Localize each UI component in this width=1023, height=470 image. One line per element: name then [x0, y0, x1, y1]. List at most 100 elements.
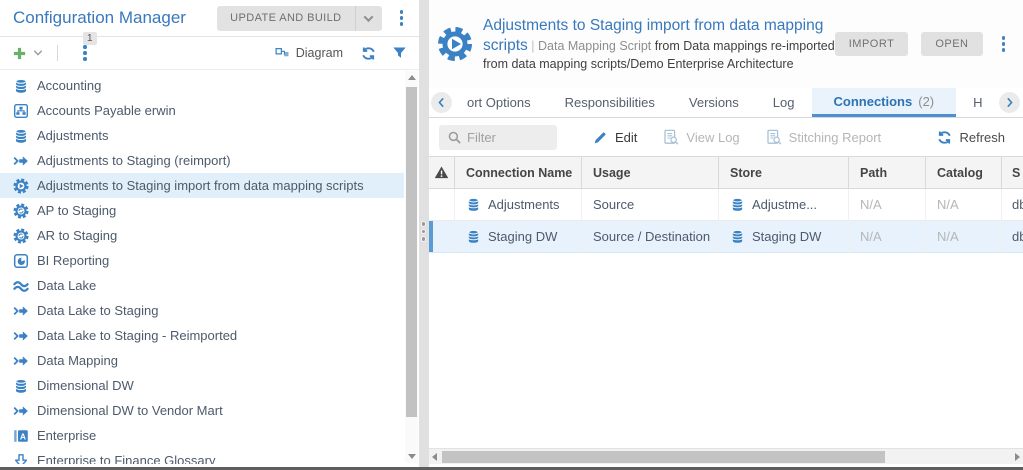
- tabs-scroll-right-button[interactable]: [999, 92, 1020, 113]
- list-item[interactable]: Data Lake to Staging: [0, 298, 404, 323]
- list-item-label: Adjustments: [37, 128, 109, 143]
- view-log-label: View Log: [686, 130, 739, 145]
- object-type-label: Data Mapping Script: [538, 39, 651, 53]
- toolbar-divider: [57, 45, 58, 61]
- table-row[interactable]: Adjustments Source Adjustme... N/A N/A d…: [429, 189, 1023, 221]
- page-title: Configuration Manager: [13, 8, 186, 28]
- table-row-selected[interactable]: Staging DW Source / Destination Staging …: [429, 221, 1023, 253]
- tab-history[interactable]: H: [956, 88, 999, 117]
- diagram-icon[interactable]: [275, 46, 290, 61]
- list-item-label: Enterprise to Finance Glossary: [37, 453, 215, 464]
- app-window: Configuration Manager UPDATE AND BUILD 1…: [0, 0, 1023, 470]
- list-item-label: Adjustments to Staging (reimport): [37, 153, 231, 168]
- left-panel-toolbar: 1 Diagram: [0, 37, 419, 70]
- column-header-schema[interactable]: S: [1002, 156, 1023, 189]
- report-icon: [13, 253, 29, 269]
- list-item[interactable]: Adjustments: [0, 123, 404, 148]
- column-header-connection-name[interactable]: Connection Name: [455, 156, 582, 189]
- configuration-list: Accounting Accounts Payable erwin Adjust…: [0, 70, 404, 464]
- scrollbar-thumb[interactable]: [442, 451, 885, 463]
- cell-store: Staging DW: [752, 229, 821, 244]
- list-item[interactable]: Accounts Payable erwin: [0, 98, 404, 123]
- panel-splitter[interactable]: [419, 0, 429, 467]
- tab-responsibilities[interactable]: Responsibilities: [548, 88, 672, 117]
- list-item-label: Data Lake to Staging: [37, 303, 158, 318]
- warning-column-header[interactable]: [429, 156, 455, 189]
- detail-menu-icon[interactable]: [996, 32, 1012, 56]
- add-icon[interactable]: [12, 46, 27, 61]
- list-item-selected[interactable]: Adjustments to Staging import from data …: [0, 173, 404, 198]
- column-header-usage[interactable]: Usage: [582, 156, 719, 189]
- list-item[interactable]: Dimensional DW to Vendor Mart: [0, 398, 404, 423]
- list-item-label: Dimensional DW: [37, 378, 134, 393]
- update-and-build-button[interactable]: UPDATE AND BUILD: [217, 6, 381, 31]
- detail-tabs: ort Options Responsibilities Versions Lo…: [429, 88, 1023, 118]
- stitching-report-button[interactable]: Stitching Report: [766, 129, 882, 145]
- mapping-arrow-icon: [13, 353, 29, 369]
- diagram-button[interactable]: Diagram: [296, 46, 343, 60]
- column-header-catalog[interactable]: Catalog: [926, 156, 1002, 189]
- horizontal-scrollbar[interactable]: [429, 448, 1023, 464]
- cell-path: N/A: [849, 221, 926, 253]
- list-item-label: Adjustments to Staging import from data …: [37, 178, 364, 193]
- scroll-right-arrow[interactable]: [1015, 453, 1020, 461]
- cell-catalog: N/A: [926, 221, 1002, 253]
- filter-icon[interactable]: [392, 46, 407, 61]
- connections-toolbar: Edit View Log Stitching Report Refresh: [429, 118, 1023, 156]
- mapping-arrow-icon: [13, 403, 29, 419]
- open-button[interactable]: OPEN: [921, 32, 982, 56]
- tab-connections[interactable]: Connections (2): [812, 88, 957, 117]
- list-item-label: AP to Staging: [37, 203, 116, 218]
- list-item[interactable]: Data Lake: [0, 273, 404, 298]
- list-item[interactable]: Enterprise: [0, 423, 404, 448]
- list-item[interactable]: Accounting: [0, 73, 404, 98]
- list-item[interactable]: Enterprise to Finance Glossary: [0, 448, 404, 464]
- cell-store: Adjustme...: [752, 197, 817, 212]
- tab-port-options[interactable]: ort Options: [450, 88, 548, 117]
- splitter-grip-icon: [422, 222, 426, 241]
- list-item-label: Accounts Payable erwin: [37, 103, 176, 118]
- tab-versions[interactable]: Versions: [672, 88, 756, 117]
- scroll-down-arrow[interactable]: [405, 450, 418, 463]
- scroll-left-arrow[interactable]: [432, 453, 437, 461]
- column-header-path[interactable]: Path: [849, 156, 926, 189]
- chevron-down-icon[interactable]: [356, 6, 382, 31]
- cell-usage: Source / Destination: [582, 221, 719, 253]
- scroll-up-arrow[interactable]: [405, 71, 418, 84]
- model-icon: [13, 103, 29, 119]
- list-item-label: Data Mapping: [37, 353, 118, 368]
- database-icon: [13, 378, 29, 394]
- list-item[interactable]: Data Mapping: [0, 348, 404, 373]
- database-icon: [466, 229, 481, 244]
- mapping-arrow-icon: [13, 328, 29, 344]
- list-item[interactable]: BI Reporting: [0, 248, 404, 273]
- list-item[interactable]: Dimensional DW: [0, 373, 404, 398]
- edit-label: Edit: [615, 130, 637, 145]
- list-item[interactable]: Data Lake to Staging - Reimported: [0, 323, 404, 348]
- tab-log[interactable]: Log: [756, 88, 812, 117]
- import-button[interactable]: IMPORT: [835, 32, 909, 56]
- view-log-button[interactable]: View Log: [663, 129, 739, 145]
- add-chevron-down-icon[interactable]: [32, 47, 44, 59]
- tabs-scroll-left-button[interactable]: [431, 92, 452, 113]
- panel-menu-icon[interactable]: [394, 6, 410, 30]
- detail-title-block: Adjustments to Staging import from data …: [483, 16, 835, 73]
- list-item[interactable]: AR to Staging: [0, 223, 404, 248]
- column-header-store[interactable]: Store: [719, 156, 849, 189]
- refresh-icon: [937, 130, 952, 145]
- refresh-icon[interactable]: [361, 46, 376, 61]
- scrollbar-thumb[interactable]: [406, 87, 417, 417]
- list-item[interactable]: AP to Staging: [0, 198, 404, 223]
- detail-panel: Adjustments to Staging import from data …: [429, 0, 1023, 467]
- left-list-scrollbar[interactable]: [405, 71, 418, 463]
- database-icon: [730, 197, 745, 212]
- refresh-button[interactable]: Refresh: [937, 130, 1005, 145]
- options-count-badge: 1: [83, 32, 97, 45]
- cell-connection-name: Adjustments: [488, 197, 560, 212]
- list-item-label: AR to Staging: [37, 228, 117, 243]
- mapping-arrow-icon: [13, 303, 29, 319]
- list-item[interactable]: Adjustments to Staging (reimport): [0, 148, 404, 173]
- update-and-build-label: UPDATE AND BUILD: [217, 12, 354, 24]
- tab-connections-count: (2): [918, 94, 934, 109]
- edit-button[interactable]: Edit: [593, 130, 637, 145]
